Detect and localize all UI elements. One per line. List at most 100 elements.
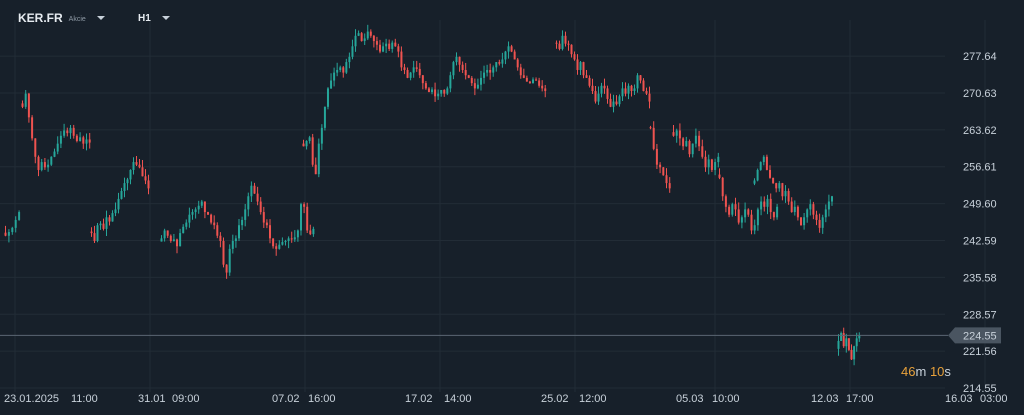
candle [210,213,213,225]
price-tick-label: 228.57 [963,309,997,321]
candle [510,44,513,53]
candle [269,219,271,244]
time-axis[interactable]: 23.01.2025 11:00 31.01 09:00 07.02 16:00 17.02… [4,393,1008,405]
candle [47,159,50,172]
candle [821,214,824,234]
candle [501,52,504,68]
price-axis[interactable]: 277.64 270.63 263.62 256.61 249.60 242.59 235.… [963,51,997,395]
candle [721,176,724,201]
price-tick-label: 270.63 [963,88,997,100]
candle [775,182,778,193]
candle [694,128,697,148]
chevron-down-icon[interactable] [161,16,170,20]
candle [576,54,579,75]
candle [59,131,62,149]
candle [75,134,78,143]
candle [479,70,482,91]
candle [311,133,314,167]
candle [691,143,694,158]
candle [222,237,225,268]
candle [281,237,284,246]
candle [812,201,815,220]
candle [731,202,734,217]
candle [194,207,197,219]
timeframe-label: H1 [138,12,151,24]
candle [50,156,53,166]
candle [452,60,455,80]
candle [126,177,129,191]
candle [724,194,727,213]
candle [290,231,293,243]
countdown-minutes: 46 [901,364,916,379]
candle [558,40,561,51]
candle [317,138,320,178]
candle [427,86,430,93]
candle [853,345,856,366]
candle [247,192,250,217]
candle [675,128,678,143]
candle [753,219,756,235]
candle [18,210,21,221]
candle [458,56,461,72]
instrument-type: Akcie [68,15,86,23]
candle [639,74,642,84]
candle [659,162,662,174]
candle [259,197,262,215]
candle [772,177,775,184]
candle [555,40,558,49]
timeframe-selector[interactable]: H1 [138,10,170,26]
candle [824,204,827,223]
time-tick-label: 16.03 [945,393,973,405]
candle [776,203,779,220]
candle [63,123,66,138]
time-tick-label: 10:00 [712,393,740,405]
candle [375,36,378,51]
candle [446,86,449,96]
candle [567,40,570,51]
candle [532,77,534,84]
candle [79,132,82,142]
candle [842,327,845,348]
candle [648,86,651,109]
candle [400,46,403,71]
countdown-seconds: 10 [929,364,945,379]
candle [538,77,541,88]
symbol-selector[interactable]: KER.FR Akcie [18,10,105,26]
candle [244,203,247,227]
candle [837,334,840,356]
candle [108,215,111,226]
candle [704,150,707,172]
time-tick-label: 05.03 [676,393,704,405]
candle [216,222,219,239]
candle [763,196,766,212]
candle [272,238,275,249]
chevron-down-icon[interactable] [96,16,105,20]
candle [504,50,507,65]
candle [69,124,72,139]
candle [759,161,762,171]
candle [412,60,415,78]
candle [585,70,588,79]
candle [682,137,685,151]
candle [105,210,108,236]
candle [250,181,253,203]
candle [467,74,470,79]
candlestick-chart[interactable]: 224.55 277.64 270.63 263.62 256.61 249.60 242… [0,0,1024,415]
candle [421,74,424,90]
candle [600,82,603,98]
chart-toolbar: KER.FR Akcie H1 [0,0,1024,34]
candle-countdown: 46m 10s [901,364,951,379]
candle [718,168,721,180]
candle [737,202,740,225]
candle [287,236,290,249]
candle [111,210,114,222]
candle [461,61,464,73]
candle [147,174,150,195]
candle [621,82,624,102]
candle [688,139,691,158]
time-tick-label: 07.02 [272,393,300,405]
candle [847,337,850,352]
candle [231,234,234,254]
candle [278,240,281,250]
candle [570,44,573,58]
